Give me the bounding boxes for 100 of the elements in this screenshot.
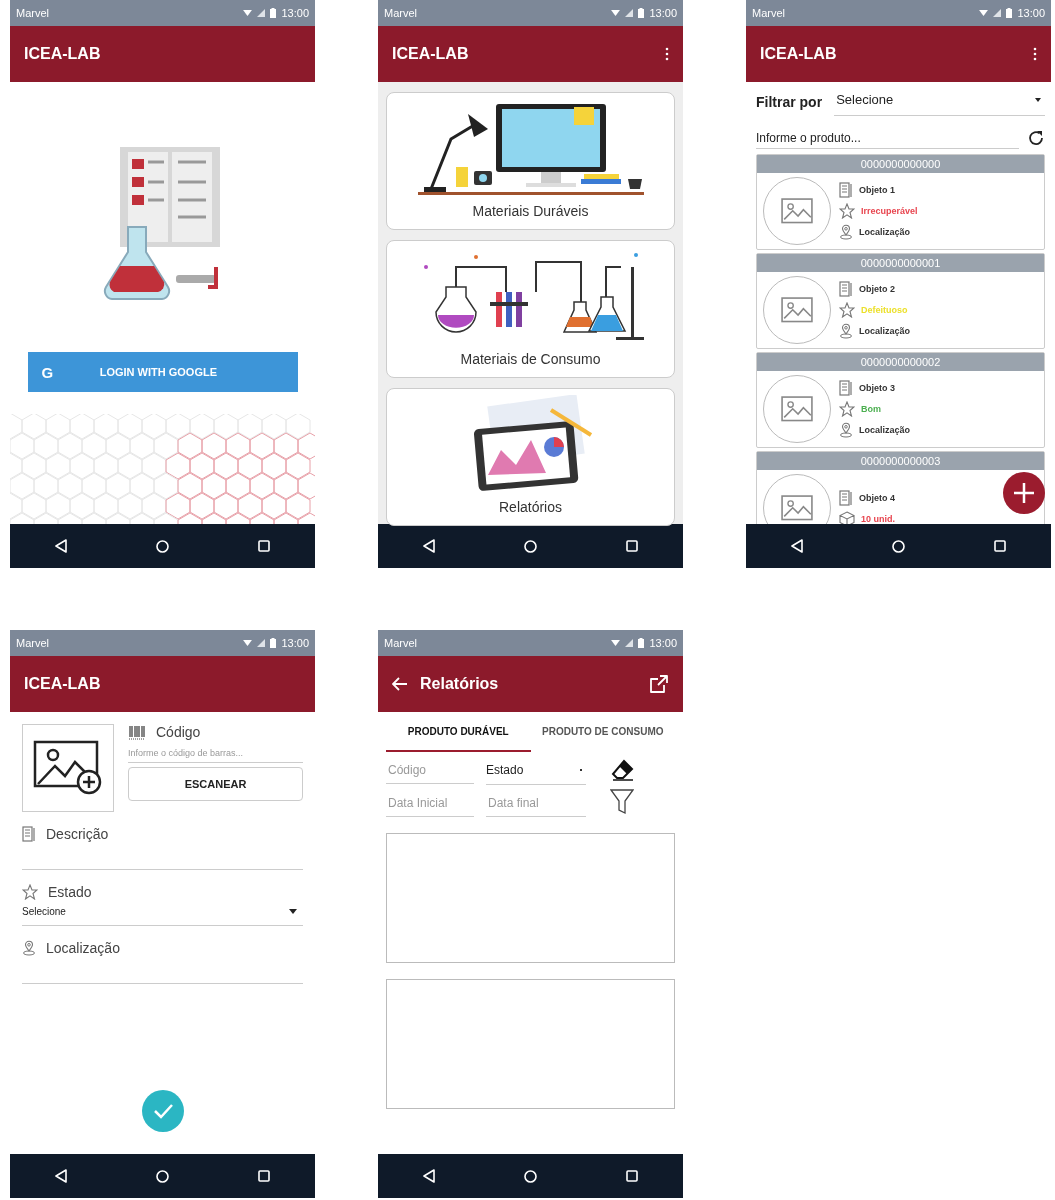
recents-square-icon[interactable] [626, 1170, 639, 1182]
item-text: Objeto 1 [859, 185, 895, 195]
item-code: 0000000000002 [757, 353, 1044, 371]
star-icon [839, 203, 855, 219]
recents-square-icon[interactable] [258, 540, 271, 552]
filter-dropdown[interactable]: Selecione [834, 88, 1045, 116]
item-text: Localização [859, 326, 911, 336]
scan-button[interactable]: ESCANEAR [128, 767, 303, 801]
status-time: 13:00 [649, 7, 677, 19]
signal-icon [625, 9, 634, 17]
image-placeholder-icon [781, 198, 813, 224]
pie-shape-drawing [543, 437, 564, 457]
document-icon [839, 182, 853, 198]
battery-icon [638, 8, 645, 18]
wifi-icon [243, 9, 253, 17]
refresh-icon[interactable] [1027, 129, 1045, 147]
home-circle-icon[interactable] [156, 539, 169, 553]
battery-icon [638, 638, 645, 648]
app-title: ICEA-LAB [392, 45, 469, 63]
image-placeholder-icon [781, 297, 813, 323]
dropdown-caret-icon [1035, 97, 1041, 102]
dropdown-caret-icon [289, 909, 297, 914]
card-label: Relatórios [499, 499, 562, 515]
carrier-name: Marvel [16, 7, 49, 19]
back-arrow-icon[interactable] [392, 677, 408, 691]
status-time: 13:00 [1017, 7, 1045, 19]
item-code: 0000000000003 [757, 452, 1044, 470]
status-time: 13:00 [649, 637, 677, 649]
card-label: Materiais de Consumo [460, 351, 601, 367]
item-code: 0000000000001 [757, 254, 1044, 272]
status-time: 13:00 [281, 7, 309, 19]
app-title: ICEA-LAB [24, 45, 101, 63]
state-dropdown[interactable]: Estado [486, 756, 586, 785]
app-title: Relatórios [420, 675, 499, 693]
item-code: 0000000000000 [757, 155, 1044, 173]
field-label: Descrição [46, 826, 109, 842]
add-plus-icon[interactable] [1003, 472, 1045, 514]
menu-card[interactable]: Materiais Duráveis [386, 92, 675, 230]
menu-card[interactable]: Materiais de Consumo [386, 240, 675, 378]
document-icon [839, 489, 853, 506]
carrier-name: Marvel [16, 637, 49, 649]
item-text: Objeto 3 [859, 383, 895, 393]
star-icon [22, 884, 38, 900]
mountain-shape-drawing [487, 440, 546, 475]
document-icon [22, 826, 36, 842]
home-circle-icon[interactable] [156, 1169, 169, 1183]
status-time: 13:00 [281, 637, 309, 649]
battery-icon [270, 638, 277, 648]
home-circle-icon[interactable] [524, 539, 537, 553]
field-label: Localização [46, 940, 120, 956]
item-status: Bom [861, 404, 881, 414]
signal-icon [257, 639, 266, 647]
eraser-icon[interactable] [610, 758, 634, 781]
document-icon [839, 380, 853, 396]
star-icon [839, 302, 855, 318]
item-card[interactable]: 0000000000000 Objeto 1 Irrecuperável Localização [756, 154, 1045, 250]
item-status: Defeituoso [861, 305, 908, 315]
more-menu-icon[interactable] [1033, 47, 1037, 61]
home-circle-icon[interactable] [524, 1169, 537, 1183]
document-icon [839, 281, 853, 297]
app-title: ICEA-LAB [760, 45, 837, 63]
state-dropdown[interactable]: Selecione [22, 902, 303, 926]
location-pin-icon [839, 422, 853, 438]
filter-funnel-icon[interactable] [610, 788, 634, 815]
confirm-check-icon[interactable] [141, 1090, 184, 1132]
carrier-name: Marvel [384, 637, 417, 649]
signal-icon [993, 9, 1002, 17]
carrier-name: Marvel [752, 7, 785, 19]
location-pin-icon [22, 940, 36, 956]
signal-icon [625, 639, 634, 647]
battery-icon [1006, 8, 1013, 18]
tab[interactable]: PRODUTO DURÁVEL [386, 712, 531, 752]
item-status: 10 unid. [861, 513, 895, 524]
battery-icon [270, 8, 277, 18]
back-triangle-icon[interactable] [422, 1169, 435, 1183]
home-circle-icon[interactable] [892, 539, 905, 553]
signal-icon [257, 9, 266, 17]
image-placeholder-icon [781, 495, 813, 521]
barcode-icon [128, 724, 146, 740]
back-triangle-icon[interactable] [790, 539, 803, 553]
recents-square-icon[interactable] [626, 540, 639, 552]
tab[interactable]: PRODUTO DE CONSUMO [530, 712, 675, 752]
filter-label: Filtrar por [756, 94, 823, 110]
item-text: Objeto 4 [859, 492, 895, 503]
export-icon[interactable] [649, 674, 669, 694]
google-letter-icon: G [41, 363, 54, 381]
recents-square-icon[interactable] [994, 540, 1007, 552]
back-triangle-icon[interactable] [54, 1169, 67, 1183]
wifi-icon [611, 9, 621, 17]
more-menu-icon[interactable] [665, 47, 669, 61]
item-text: Localização [859, 227, 911, 237]
item-text: Objeto 2 [859, 284, 895, 294]
item-card[interactable]: 0000000000001 Objeto 2 Defeituoso Localização [756, 253, 1045, 349]
recents-square-icon[interactable] [258, 1170, 271, 1182]
add-photo-button[interactable] [22, 724, 114, 812]
back-triangle-icon[interactable] [422, 539, 435, 553]
image-placeholder-icon [781, 396, 813, 422]
back-triangle-icon[interactable] [54, 539, 67, 553]
item-card[interactable]: 0000000000002 Objeto 3 Bom Localização [756, 352, 1045, 448]
item-status: Irrecuperável [861, 206, 918, 216]
